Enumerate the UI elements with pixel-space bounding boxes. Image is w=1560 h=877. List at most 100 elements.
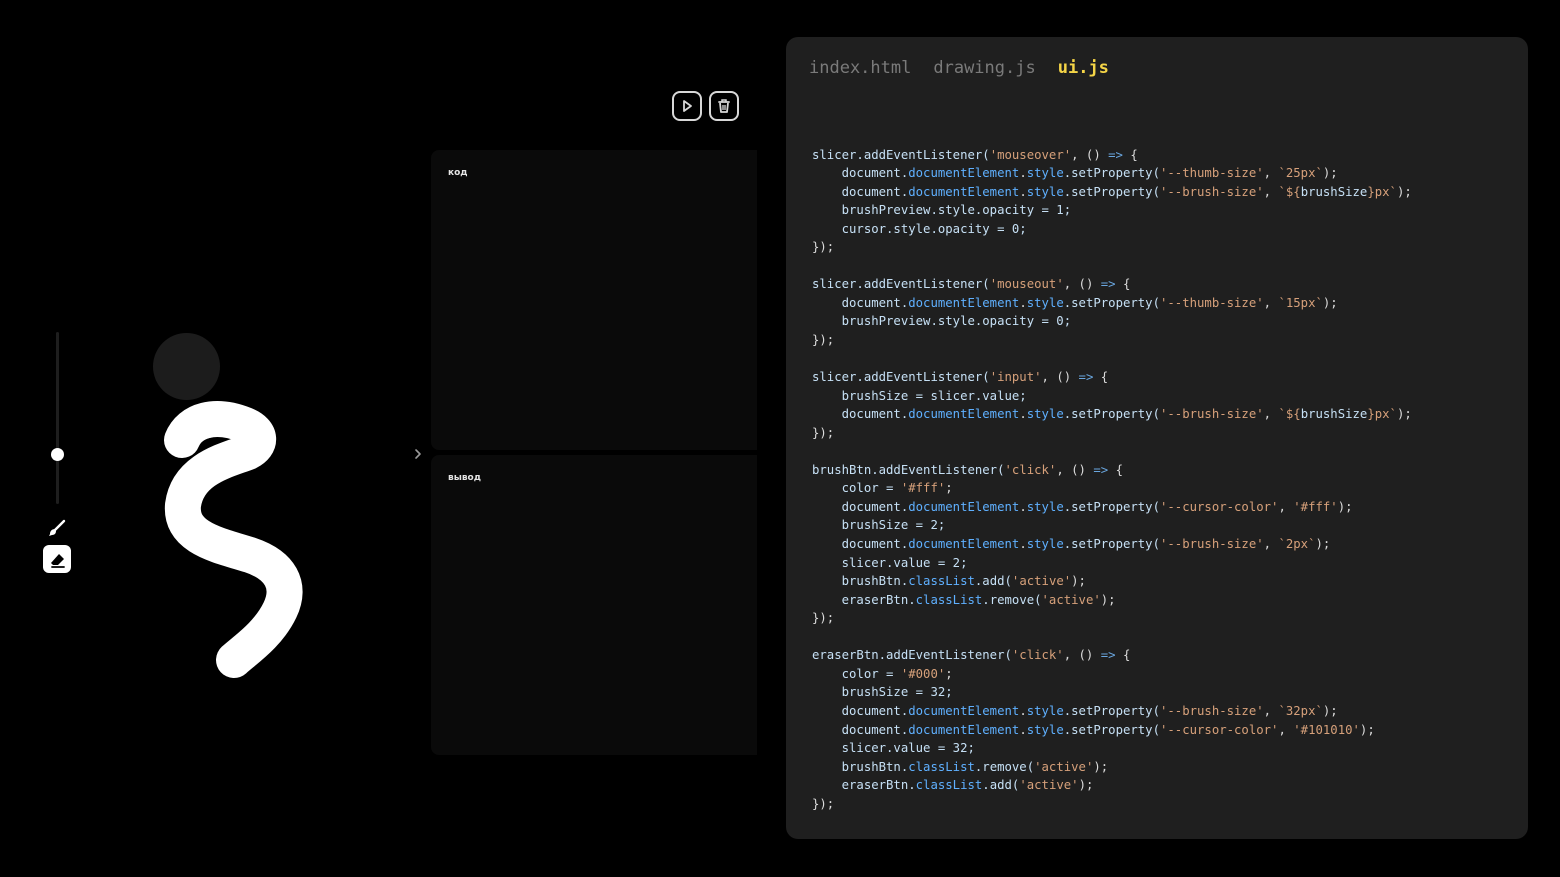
code-token: .remove( [982, 592, 1042, 607]
collapse-button[interactable] [410, 446, 426, 462]
code-line: document.documentElement.style.setProper… [812, 498, 1412, 517]
output-panel-label: вывод [448, 473, 481, 483]
code-token: documentElement [908, 184, 1020, 199]
code-token: brushBtn.addEventListener( [812, 462, 1005, 477]
code-token: }); [812, 333, 835, 348]
code-token: , () [1063, 277, 1101, 292]
code-token: documentElement [908, 295, 1020, 310]
code-token: slicer.value = 2; [812, 555, 968, 570]
code-line: document.documentElement.style.setProper… [812, 721, 1412, 740]
code-token: slicer.addEventListener( [812, 277, 990, 292]
code-token: }); [812, 240, 835, 255]
code-token: 'click' [1004, 462, 1057, 477]
code-panel-label: код [448, 168, 468, 178]
eraser-button[interactable] [43, 545, 71, 573]
code-token: style [1026, 166, 1064, 181]
run-button[interactable] [672, 91, 702, 121]
code-token: documentElement [908, 722, 1020, 737]
code-token: brushPreview.style.opacity = 0; [812, 314, 1072, 329]
code-panel[interactable]: код [431, 150, 757, 450]
code-token: ); [1078, 778, 1094, 793]
code-token: .add( [982, 778, 1020, 793]
code-line: brushPreview.style.opacity = 0; [812, 312, 1412, 331]
code-token: documentElement [908, 537, 1020, 552]
code-line: document.documentElement.style.setProper… [812, 183, 1412, 202]
code-token: slicer.addEventListener( [812, 370, 990, 385]
code-token: eraserBtn.addEventListener( [812, 648, 1012, 663]
code-token: , [1263, 703, 1279, 718]
tab-drawing-js[interactable]: drawing.js [933, 56, 1035, 80]
code-token: brushSize [1300, 184, 1368, 199]
code-token: '#101010' [1293, 722, 1360, 737]
code-line: cursor.style.opacity = 0; [812, 220, 1412, 239]
code-token: ); [1396, 184, 1412, 199]
code-token: , [1263, 184, 1279, 199]
code-token: document. [812, 166, 909, 181]
code-token: document. [812, 295, 909, 310]
code-view[interactable]: slicer.addEventListener('mouseover', () … [812, 127, 1412, 813]
code-token: style [1026, 537, 1064, 552]
output-panel: вывод [431, 455, 757, 755]
code-token: ); [1337, 499, 1353, 514]
code-token: ); [1315, 537, 1331, 552]
code-token: . [1019, 407, 1027, 422]
code-token: }); [812, 425, 835, 440]
code-token: 'input' [989, 370, 1042, 385]
code-line: brushBtn.classList.remove('active'); [812, 758, 1412, 777]
code-token: '#000' [900, 666, 946, 681]
code-token: .setProperty( [1063, 184, 1160, 199]
slider-thumb[interactable] [51, 448, 64, 461]
code-token: .add( [974, 574, 1012, 589]
code-token: , [1278, 499, 1294, 514]
code-token: color = [812, 481, 901, 496]
code-line: brushSize = 2; [812, 516, 1412, 535]
code-line: document.documentElement.style.setProper… [812, 405, 1412, 424]
code-token: .setProperty( [1063, 166, 1160, 181]
code-token: `${ [1278, 184, 1301, 199]
code-token: => [1100, 648, 1116, 663]
delete-button[interactable] [709, 91, 739, 121]
code-line: brushBtn.classList.add('active'); [812, 572, 1412, 591]
code-line: slicer.addEventListener('input', () => { [812, 368, 1412, 387]
code-token: style [1026, 499, 1064, 514]
code-token: slicer.value = 32; [812, 741, 975, 756]
code-token: document. [812, 407, 909, 422]
code-token: documentElement [908, 166, 1020, 181]
code-token: style [1026, 184, 1064, 199]
code-token: , [1263, 295, 1279, 310]
code-token: , [1263, 166, 1279, 181]
code-token: 'mouseout' [989, 277, 1064, 292]
code-token: , () [1056, 462, 1094, 477]
code-token: '--cursor-color' [1160, 499, 1279, 514]
editor-tabs: index.html drawing.js ui.js [809, 56, 1109, 80]
code-line: slicer.addEventListener('mouseout', () =… [812, 275, 1412, 294]
code-token: '#fff' [1293, 499, 1338, 514]
code-line: slicer.value = 2; [812, 554, 1412, 573]
code-token: ); [1396, 407, 1412, 422]
code-token: 'active' [1034, 759, 1094, 774]
code-token: 'mouseover' [989, 147, 1072, 162]
code-line: brushSize = 32; [812, 683, 1412, 702]
code-token: `${ [1278, 407, 1301, 422]
code-token: }px` [1367, 407, 1397, 422]
code-line: brushBtn.addEventListener('click', () =>… [812, 461, 1412, 480]
code-token: }); [812, 611, 835, 626]
code-token: classList [908, 759, 975, 774]
trash-icon [718, 99, 730, 113]
code-token: => [1093, 462, 1109, 477]
brush-button[interactable] [46, 517, 68, 539]
tab-ui-js[interactable]: ui.js [1058, 56, 1109, 80]
code-token: ); [1100, 592, 1116, 607]
tab-index-html[interactable]: index.html [809, 56, 911, 80]
code-token: ; [945, 666, 953, 681]
code-token: { [1122, 147, 1138, 162]
drawing-canvas[interactable] [0, 0, 400, 877]
code-token: brushBtn. [812, 759, 909, 774]
brush-preview [153, 333, 220, 400]
brush-size-slider[interactable] [56, 332, 59, 504]
code-token: 'active' [1011, 574, 1072, 589]
code-token: document. [812, 184, 909, 199]
code-token: brushBtn. [812, 574, 909, 589]
